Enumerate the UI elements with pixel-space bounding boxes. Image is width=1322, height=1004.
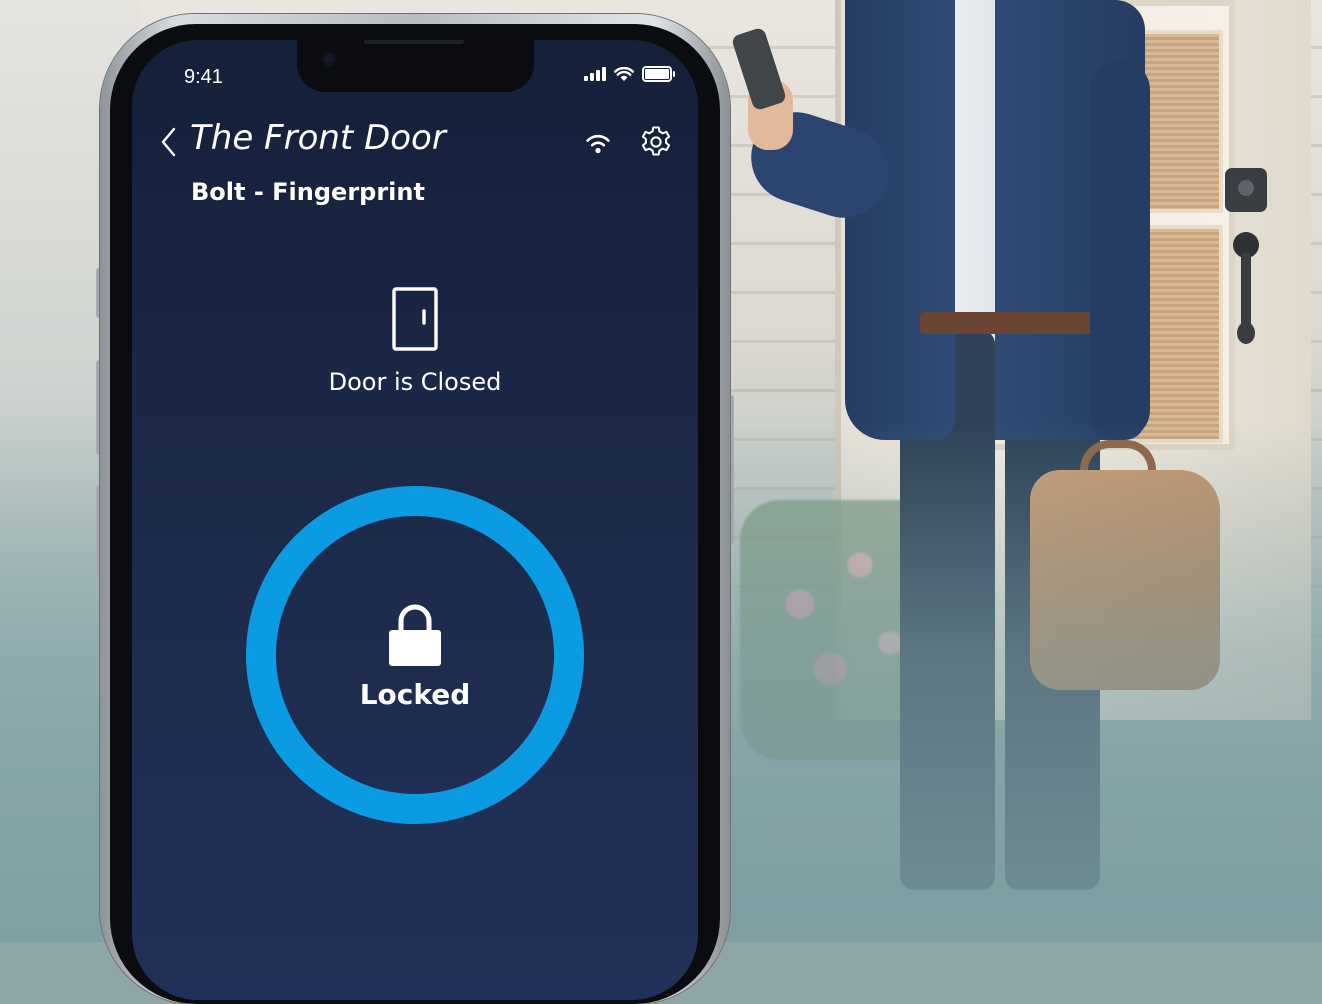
door-status-text: Door is Closed — [328, 368, 502, 396]
smart-lock-keypad — [1225, 168, 1267, 212]
door-icon — [392, 287, 438, 351]
lock-status-label: Locked — [359, 678, 471, 711]
held-phone — [730, 26, 788, 112]
earpiece — [364, 40, 464, 44]
gear-icon[interactable] — [638, 124, 674, 160]
phone-notch — [297, 40, 534, 92]
door-handle — [1233, 232, 1259, 344]
status-icons — [584, 66, 675, 82]
battery-icon — [642, 66, 675, 82]
wifi-icon — [586, 134, 610, 154]
page-title: The Front Door — [190, 118, 446, 158]
front-camera — [322, 52, 336, 66]
cellular-signal-icon — [584, 67, 606, 81]
lock-model-subtitle: Bolt - Fingerprint — [191, 178, 425, 206]
status-wifi-icon — [614, 66, 634, 81]
status-time: 9:41 — [184, 66, 223, 88]
chevron-left-icon[interactable] — [158, 126, 180, 158]
lock-icon — [389, 604, 441, 666]
app-screen: 9:41 The Front Door Bolt - Fingerprint D… — [132, 40, 698, 1000]
